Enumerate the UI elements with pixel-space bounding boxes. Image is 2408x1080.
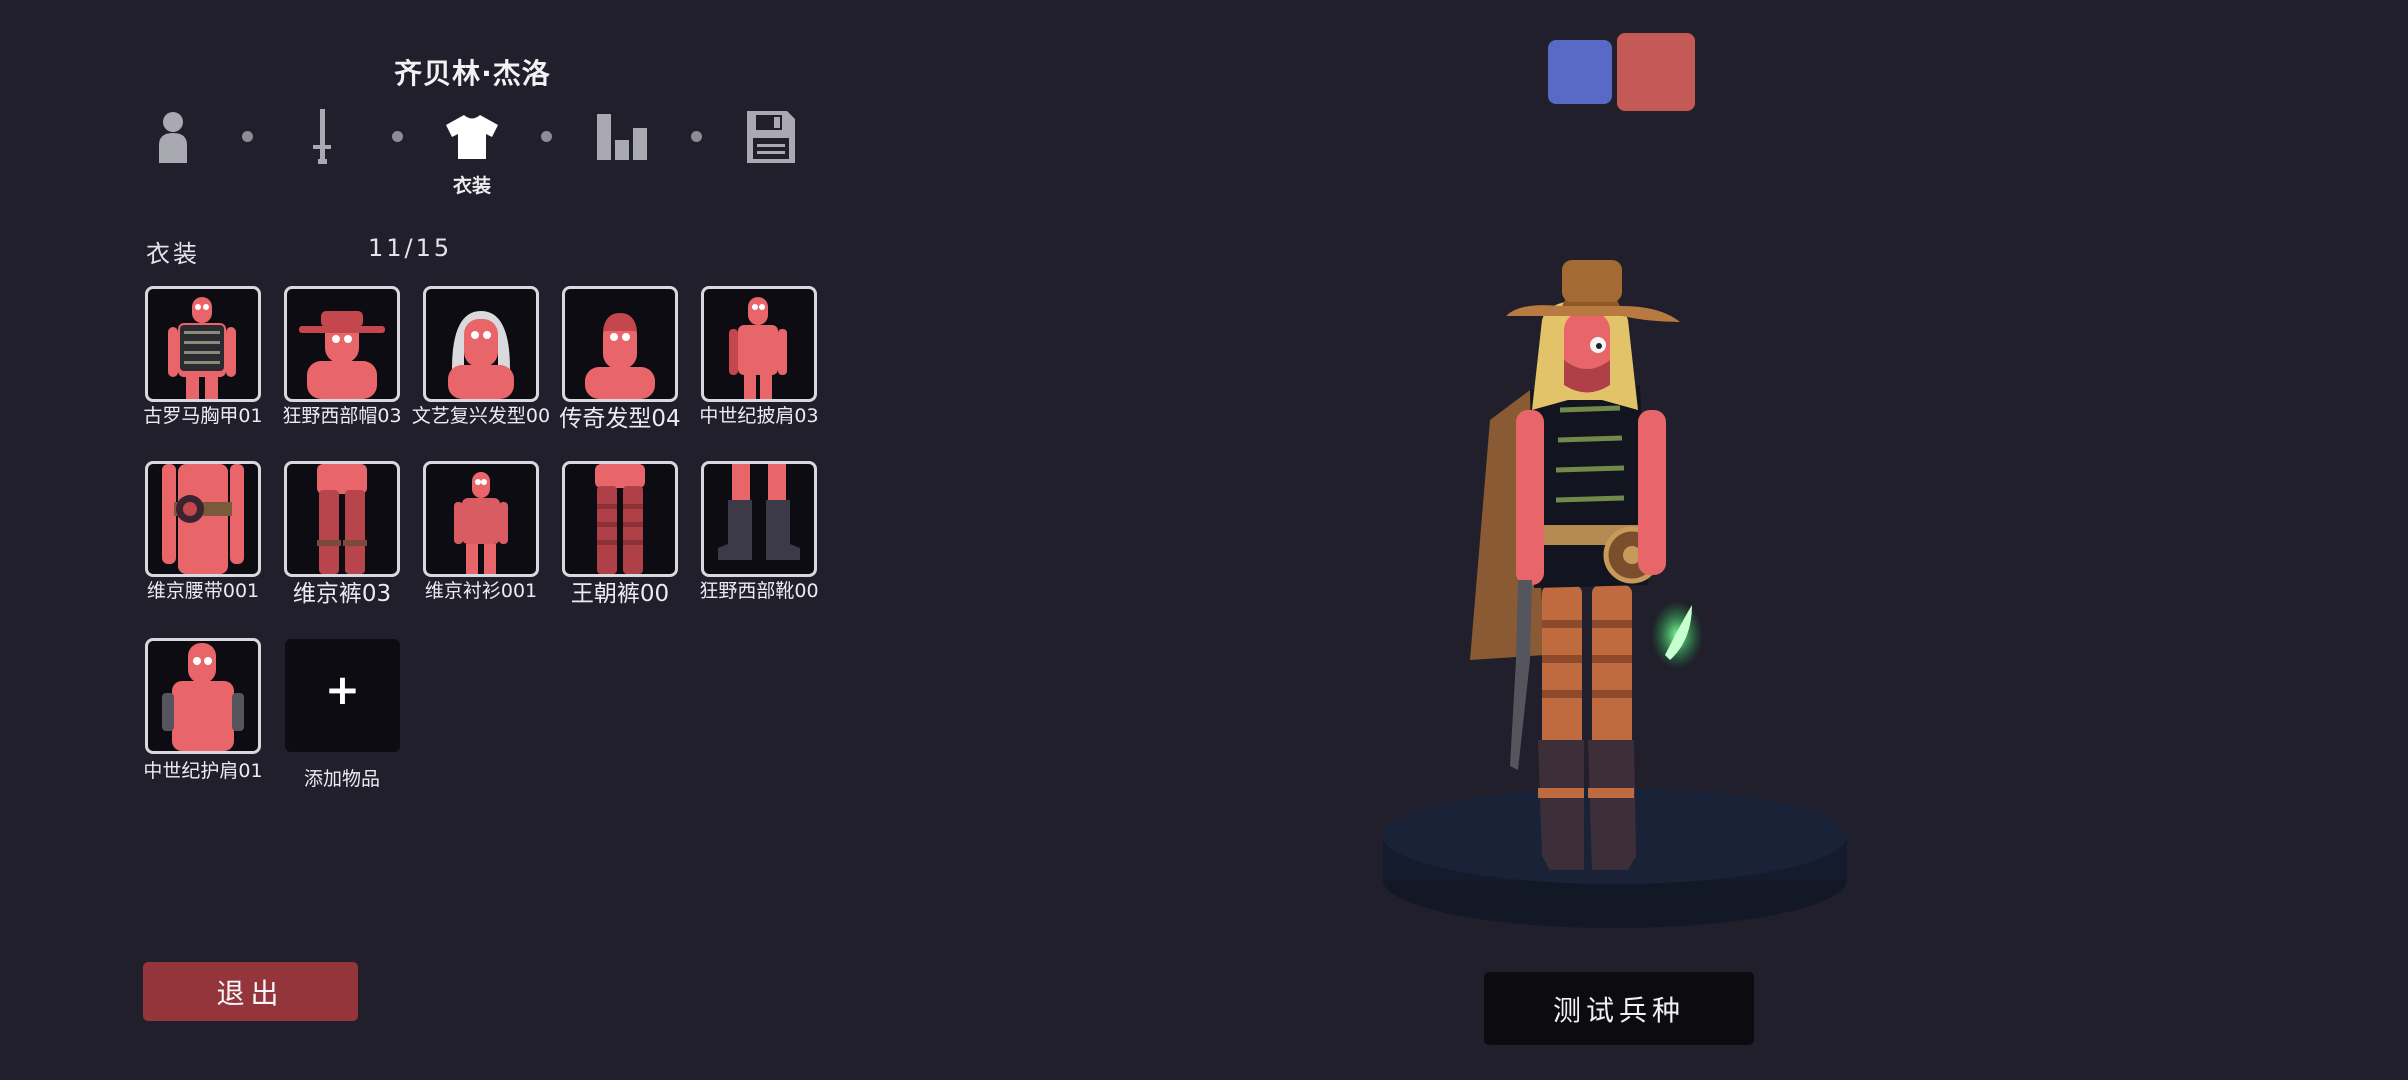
outfit-item-tile[interactable] bbox=[701, 461, 817, 577]
save-icon bbox=[747, 111, 795, 163]
legend-hair-thumbnail bbox=[585, 313, 655, 399]
outfit-item-tile[interactable] bbox=[701, 286, 817, 402]
section-label: 衣装 bbox=[146, 240, 200, 268]
add-item-label: 添加物品 bbox=[303, 768, 380, 790]
outfit-item-label: 狂野西部靴00 bbox=[699, 580, 819, 602]
unit-name: 齐贝林·杰洛 bbox=[394, 57, 551, 90]
medieval-cape-thumbnail bbox=[729, 297, 787, 399]
test-unit-button[interactable]: 测试兵种 bbox=[1484, 972, 1754, 1045]
outfit-item-tile[interactable] bbox=[145, 461, 261, 577]
unit-legs bbox=[1542, 585, 1632, 765]
unit-preview-render bbox=[1383, 260, 1847, 928]
team-blue-swatch[interactable] bbox=[1548, 40, 1612, 104]
step-save-button[interactable] bbox=[741, 107, 801, 167]
medieval-pauldron-thumbnail bbox=[162, 643, 244, 751]
viking-shirt-thumbnail bbox=[454, 472, 508, 574]
exit-button[interactable]: 退出 bbox=[143, 962, 358, 1021]
weapon-icon bbox=[313, 109, 331, 164]
outfit-item-tile[interactable] bbox=[562, 286, 678, 402]
step-separator bbox=[392, 131, 403, 142]
western-hat-thumbnail bbox=[299, 311, 385, 399]
dynasty-pants-thumbnail bbox=[595, 464, 645, 574]
clothing-icon bbox=[446, 115, 498, 159]
outfit-item-tile[interactable] bbox=[145, 638, 261, 754]
step-clothing-button[interactable] bbox=[442, 107, 502, 167]
outfit-item-label: 中世纪披肩03 bbox=[699, 405, 819, 427]
western-boots-thumbnail bbox=[718, 464, 800, 560]
viking-pants-thumbnail bbox=[317, 464, 367, 574]
step-clothing-label: 衣装 bbox=[452, 175, 491, 197]
step-separator bbox=[242, 131, 253, 142]
stats-icon bbox=[597, 114, 647, 160]
add-item-button[interactable]: + bbox=[285, 639, 400, 752]
viking-belt-thumbnail bbox=[162, 464, 244, 574]
unit-head bbox=[1506, 260, 1680, 410]
renaissance-hair-thumbnail bbox=[448, 311, 514, 399]
outfit-item-tile[interactable] bbox=[562, 461, 678, 577]
step-weapon-button[interactable] bbox=[292, 107, 352, 167]
step-stats-button[interactable] bbox=[592, 107, 652, 167]
outfit-item-tile[interactable] bbox=[284, 461, 400, 577]
roman-breastplate-thumbnail bbox=[168, 297, 236, 399]
step-body-button[interactable] bbox=[143, 107, 203, 167]
outfit-item-tile[interactable] bbox=[284, 286, 400, 402]
plus-icon: + bbox=[324, 665, 361, 714]
body-icon bbox=[159, 112, 187, 163]
outfit-item-tile[interactable] bbox=[145, 286, 261, 402]
unit-preview[interactable] bbox=[1320, 260, 1880, 960]
outfit-count: 11/15 bbox=[368, 234, 453, 262]
step-separator bbox=[541, 131, 552, 142]
team-red-swatch[interactable] bbox=[1617, 33, 1695, 111]
step-separator bbox=[691, 131, 702, 142]
outfit-item-tile[interactable] bbox=[423, 461, 539, 577]
outfit-item-tile[interactable] bbox=[423, 286, 539, 402]
